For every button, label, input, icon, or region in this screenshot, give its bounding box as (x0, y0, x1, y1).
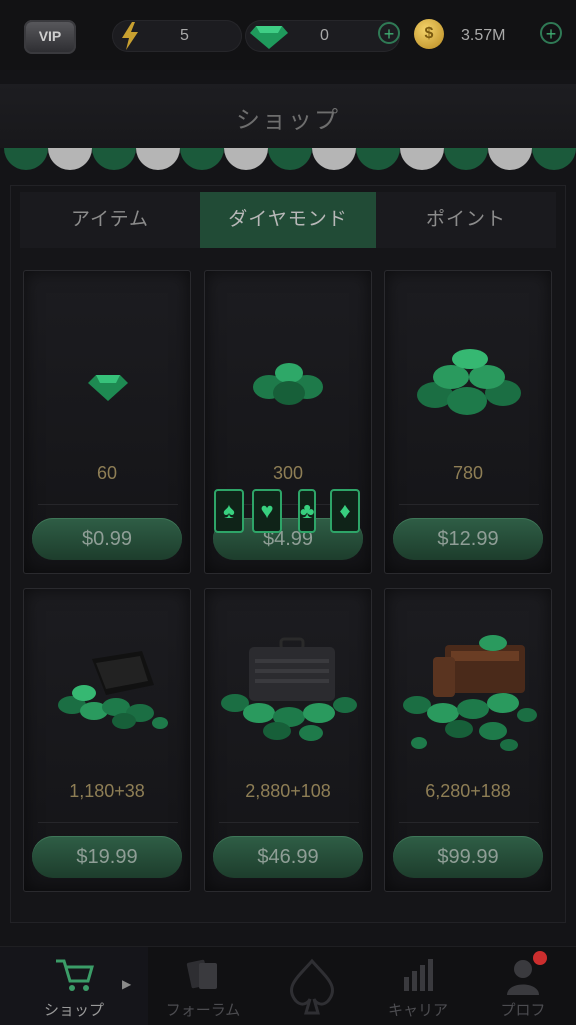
vip-emblem: VIP (24, 20, 76, 54)
club-icon: ♣ (298, 489, 316, 533)
card-divider (399, 504, 539, 505)
awning-decoration (0, 148, 576, 174)
chest-diamonds-icon (403, 635, 537, 751)
product-card-780[interactable]: 780 $12.99 (384, 270, 552, 574)
coins-value: 3.57M (461, 27, 506, 44)
product-amount: 60 (96, 463, 118, 483)
energy-value: 5 (180, 27, 189, 44)
nav-shop[interactable]: ショップ ▶ (0, 947, 148, 1025)
product-card-1180[interactable]: 1,180+38 $19.99 (23, 588, 191, 892)
nav-home[interactable] (258, 947, 366, 1025)
nav-label: プロフ (500, 1002, 546, 1019)
bottom-nav: ショップ ▶ フォーラム キャリア プロフ (0, 946, 576, 1025)
nav-forum[interactable]: フォーラム (148, 947, 258, 1025)
product-amount: 1,180+38 (69, 781, 145, 801)
shop-tabs: アイテム ダイヤモンド ポイント (20, 192, 556, 248)
cards-icon (185, 957, 221, 1001)
tab-diamonds[interactable]: ダイヤモンド (200, 192, 376, 248)
vip-label: VIP (38, 28, 62, 44)
card-divider (399, 822, 539, 823)
buy-button[interactable]: $0.99 (32, 518, 182, 560)
buy-button[interactable]: $99.99 (393, 836, 543, 878)
diamond-icon (250, 26, 288, 49)
card-divider (38, 504, 178, 505)
product-card-2880[interactable]: 2,880+108 $46.99 (204, 588, 372, 892)
buy-button[interactable]: $46.99 (213, 836, 363, 878)
diamond-value: 0 (320, 27, 329, 44)
product-card-60[interactable]: 60 $0.99 (23, 270, 191, 574)
bar-chart-icon (400, 957, 436, 1001)
heart-icon: ♥ (252, 489, 282, 533)
nav-label: キャリア (387, 1002, 448, 1019)
coin-icon: $ (414, 19, 444, 49)
nav-label: ショップ (43, 1002, 104, 1019)
nav-career[interactable]: キャリア (366, 947, 470, 1025)
loading-suits-indicator: ♠ ♥ ♣ ♦ (214, 489, 364, 535)
product-amount: 780 (452, 463, 484, 483)
add-diamonds-button[interactable]: + (378, 22, 400, 44)
product-card-6280[interactable]: 6,280+188 $99.99 (384, 588, 552, 892)
chevron-right-icon: ▶ (122, 977, 132, 991)
product-amount: 6,280+188 (425, 781, 511, 801)
tab-items[interactable]: アイテム (20, 192, 200, 248)
lightning-icon (122, 22, 138, 50)
buy-button[interactable]: $19.99 (32, 836, 182, 878)
diamond-pile-icon (417, 349, 521, 415)
cart-icon (54, 957, 94, 1001)
product-amount: 2,880+108 (245, 781, 331, 801)
single-diamond-icon (88, 375, 128, 401)
product-amount: 300 (272, 463, 304, 483)
page-title: ショップ (236, 107, 340, 134)
briefcase-diamonds-icon (221, 637, 357, 741)
notification-dot (533, 951, 547, 965)
card-divider (219, 822, 359, 823)
buy-button[interactable]: $12.99 (393, 518, 543, 560)
tab-points[interactable]: ポイント (376, 192, 556, 248)
card-divider (38, 822, 178, 823)
nav-label: フォーラム (165, 1002, 241, 1019)
nav-profile[interactable]: プロフ (470, 947, 576, 1025)
spade-logo-icon (282, 957, 342, 1025)
spade-icon: ♠ (214, 489, 244, 533)
top-bar: VIP 5 0 + $ 3.57M + (0, 0, 576, 70)
vip-badge[interactable]: VIP (10, 12, 90, 62)
add-coins-button[interactable]: + (540, 22, 562, 44)
diamond-cluster-icon (253, 363, 323, 405)
diamond-suit-icon: ♦ (330, 489, 360, 533)
wallet-diamonds-icon (58, 651, 168, 729)
